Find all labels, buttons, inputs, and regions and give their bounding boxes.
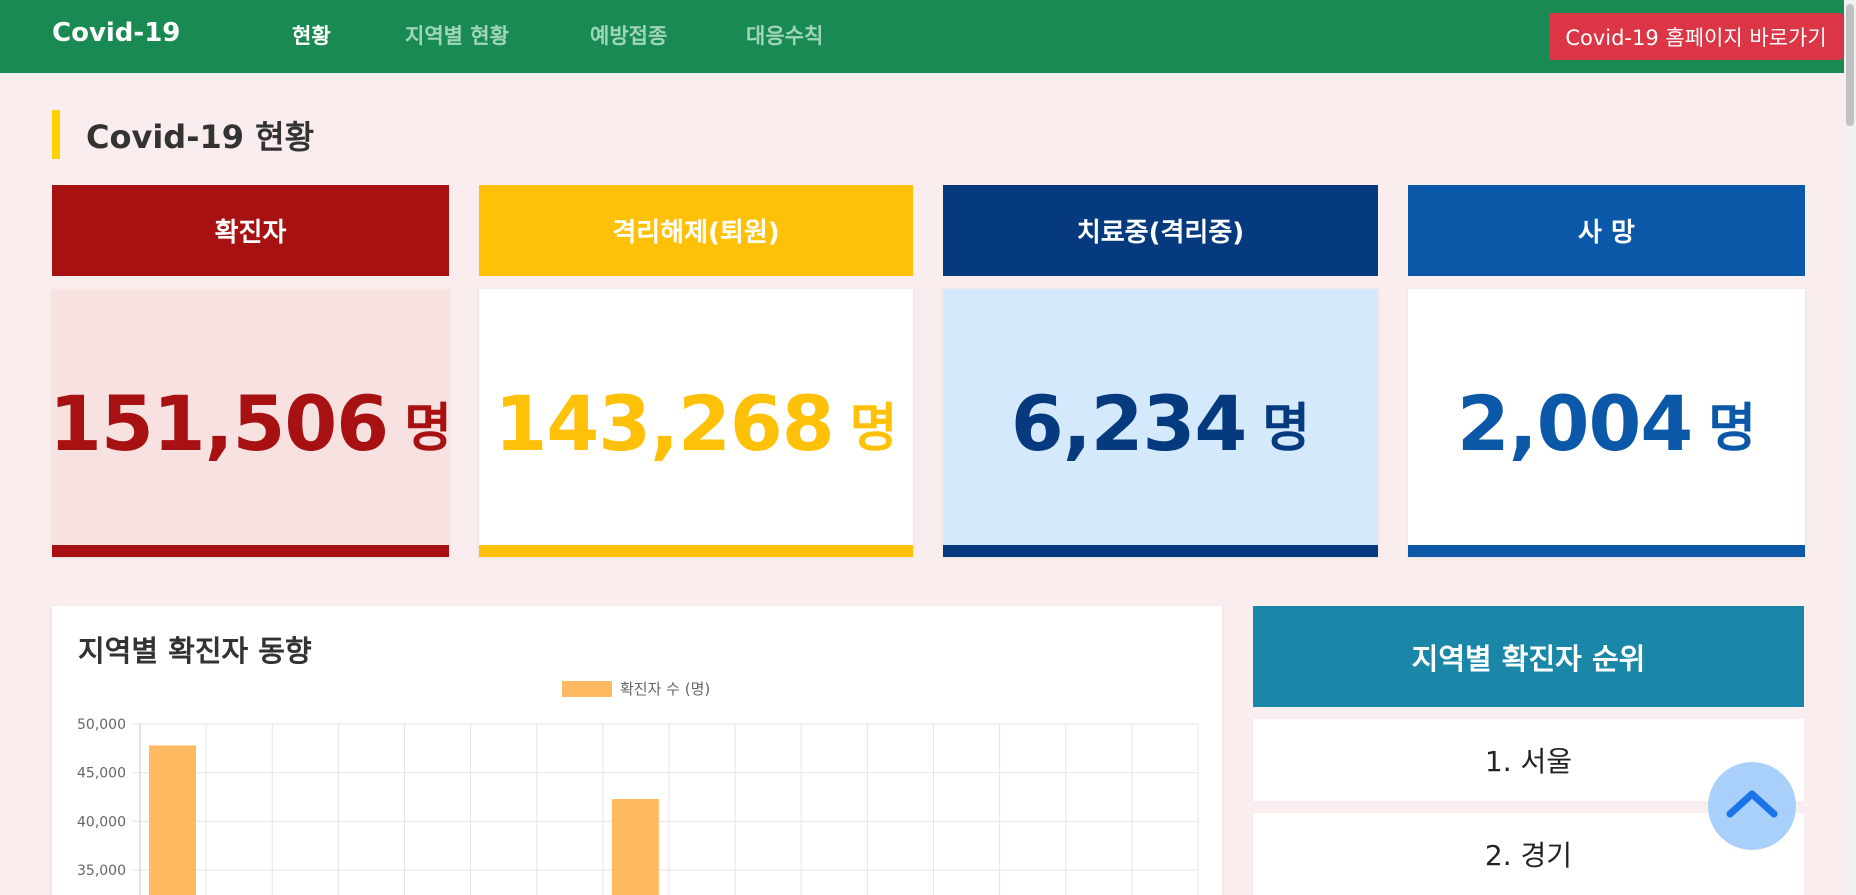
nav-link-vaccination[interactable]: 예방접종 xyxy=(590,20,667,50)
card-body-confirmed: 151,506 명 xyxy=(49,289,452,557)
card-footer-deaths xyxy=(1408,545,1805,557)
card-header-deaths: 사 망 xyxy=(1408,185,1805,276)
in-treatment-count: 6,234 xyxy=(1010,378,1247,468)
card-body-released: 143,268 명 xyxy=(479,289,913,557)
scroll-to-top-button[interactable] xyxy=(1708,762,1796,850)
ranking-title: 지역별 확진자 순위 xyxy=(1253,606,1804,707)
regional-trend-chart: 50,000 45,000 40,000 35,000 확진자 수 (명) xyxy=(77,680,1199,895)
in-treatment-unit: 명 xyxy=(1262,398,1311,459)
y-tick-label: 40,000 xyxy=(77,814,126,830)
legend-swatch[interactable] xyxy=(562,681,612,697)
card-footer-in-treatment xyxy=(943,545,1378,557)
deaths-unit: 명 xyxy=(1708,398,1757,459)
y-axis-ticks: 50,000 45,000 40,000 35,000 xyxy=(77,717,126,879)
chart-grid xyxy=(132,723,1199,895)
nav-link-status[interactable]: 현황 xyxy=(292,20,331,50)
section-title-accent xyxy=(52,110,60,159)
nav-link-guidelines[interactable]: 대응수칙 xyxy=(746,20,823,50)
released-unit: 명 xyxy=(849,398,898,459)
card-body-in-treatment: 6,234 명 xyxy=(943,289,1378,557)
confirmed-unit: 명 xyxy=(404,398,452,459)
y-tick-label: 45,000 xyxy=(77,766,126,782)
chevron-up-icon xyxy=(1726,790,1778,818)
card-header-confirmed: 확진자 xyxy=(52,185,449,276)
confirmed-count: 151,506 xyxy=(49,378,389,468)
released-count: 143,268 xyxy=(494,378,835,468)
legend-label[interactable]: 확진자 수 (명) xyxy=(620,680,710,698)
chart-panel-title: 지역별 확진자 동향 xyxy=(78,634,312,668)
chart-bars xyxy=(149,745,659,895)
card-footer-released xyxy=(479,545,913,557)
card-body-deaths: 2,004 명 xyxy=(1408,289,1805,557)
brand-logo[interactable]: Covid-19 xyxy=(52,18,180,48)
y-tick-label: 35,000 xyxy=(77,863,126,879)
bar-confirmed[interactable] xyxy=(611,798,659,895)
scrollbar-thumb[interactable] xyxy=(1846,4,1854,126)
card-header-in-treatment: 치료중(격리중) xyxy=(943,185,1378,276)
nav-link-regional[interactable]: 지역별 현황 xyxy=(405,20,509,50)
covid-homepage-button[interactable]: Covid-19 홈페이지 바로가기 xyxy=(1549,13,1843,60)
regional-trend-panel: 지역별 확진자 동향 50,000 45,000 40,000 35,000 확진자 … xyxy=(52,606,1222,895)
top-navbar: Covid-19 현황 지역별 현황 예방접종 대응수칙 Covid-19 홈페… xyxy=(0,0,1856,73)
card-header-released: 격리해제(퇴원) xyxy=(479,185,913,276)
card-footer-confirmed xyxy=(52,545,449,557)
section-title: Covid-19 현황 xyxy=(86,118,315,156)
page-scrollbar[interactable] xyxy=(1844,0,1856,895)
bar-confirmed[interactable] xyxy=(149,745,196,895)
deaths-count: 2,004 xyxy=(1456,378,1693,468)
y-tick-label: 50,000 xyxy=(77,717,126,733)
